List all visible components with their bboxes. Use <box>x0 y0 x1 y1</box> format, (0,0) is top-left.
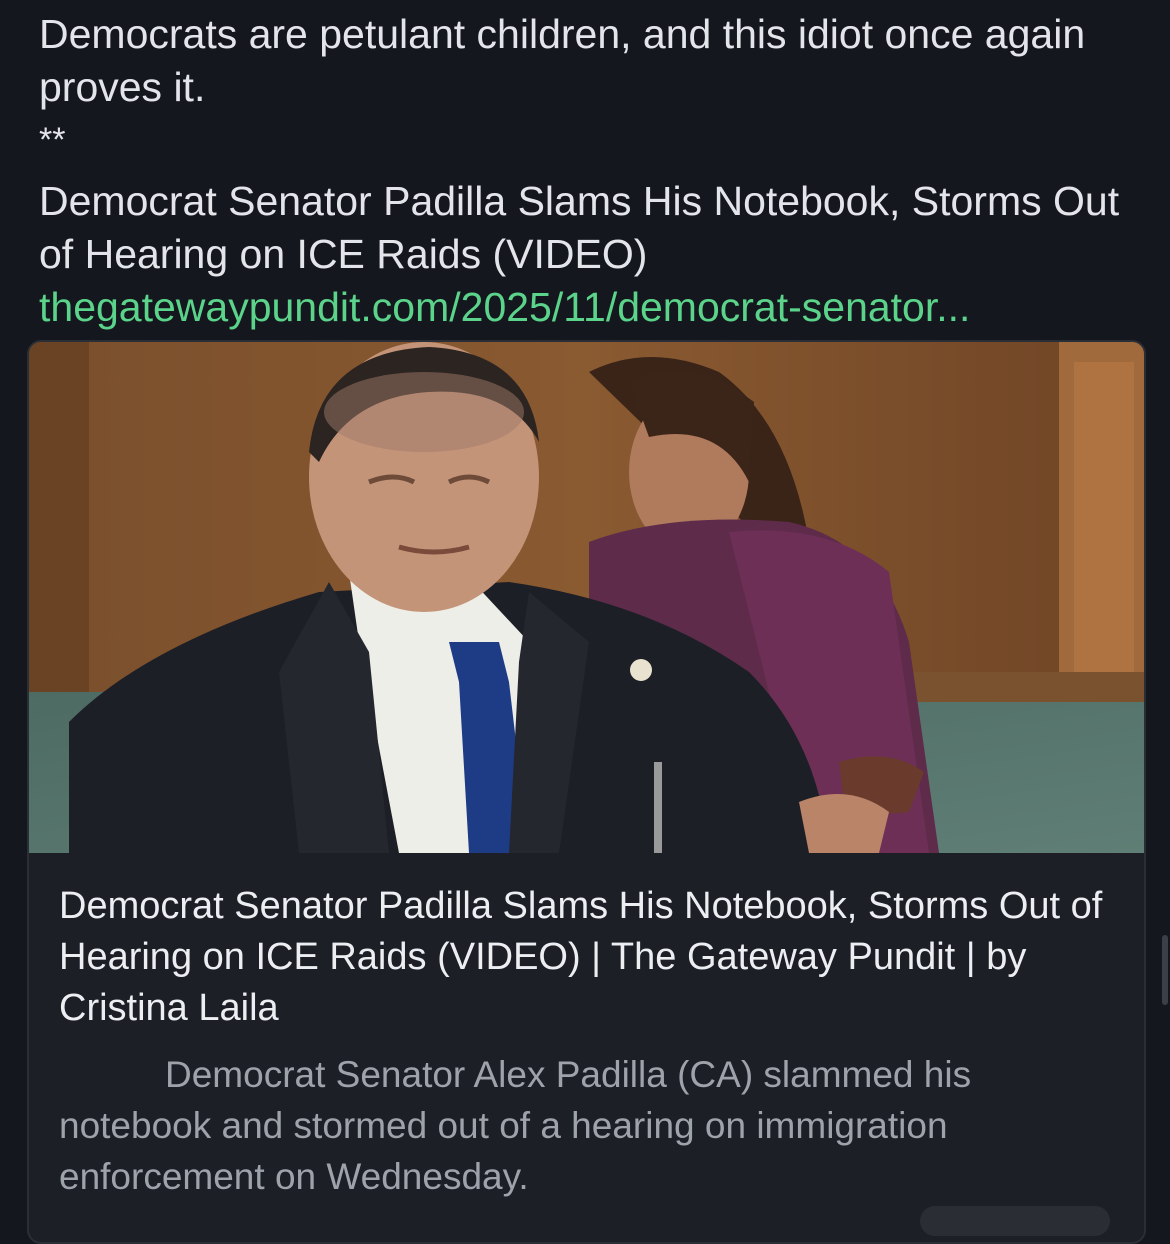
post-text-line: Democrats are petulant children, and thi… <box>39 11 1086 110</box>
link-preview-description: Democrat Senator Alex Padilla (CA) slamm… <box>59 1054 972 1197</box>
post-headline: Democrat Senator Padilla Slams His Noteb… <box>39 178 1120 277</box>
link-preview-card[interactable]: Democrat Senator Padilla Slams His Noteb… <box>27 340 1146 1244</box>
post-body: Democrats are petulant children, and thi… <box>39 8 1139 334</box>
post-separator: ** <box>39 121 66 159</box>
link-preview-title[interactable]: Democrat Senator Padilla Slams His Noteb… <box>59 881 1114 1034</box>
bottom-action-pill[interactable] <box>920 1206 1110 1236</box>
link-preview-text: Democrat Senator Padilla Slams His Noteb… <box>29 853 1144 1202</box>
scroll-indicator[interactable] <box>1162 935 1168 1005</box>
link-preview-image[interactable] <box>29 342 1144 853</box>
preview-photo-illustration <box>29 342 1144 853</box>
post-link[interactable]: thegatewaypundit.com/2025/11/democrat-se… <box>39 284 970 330</box>
